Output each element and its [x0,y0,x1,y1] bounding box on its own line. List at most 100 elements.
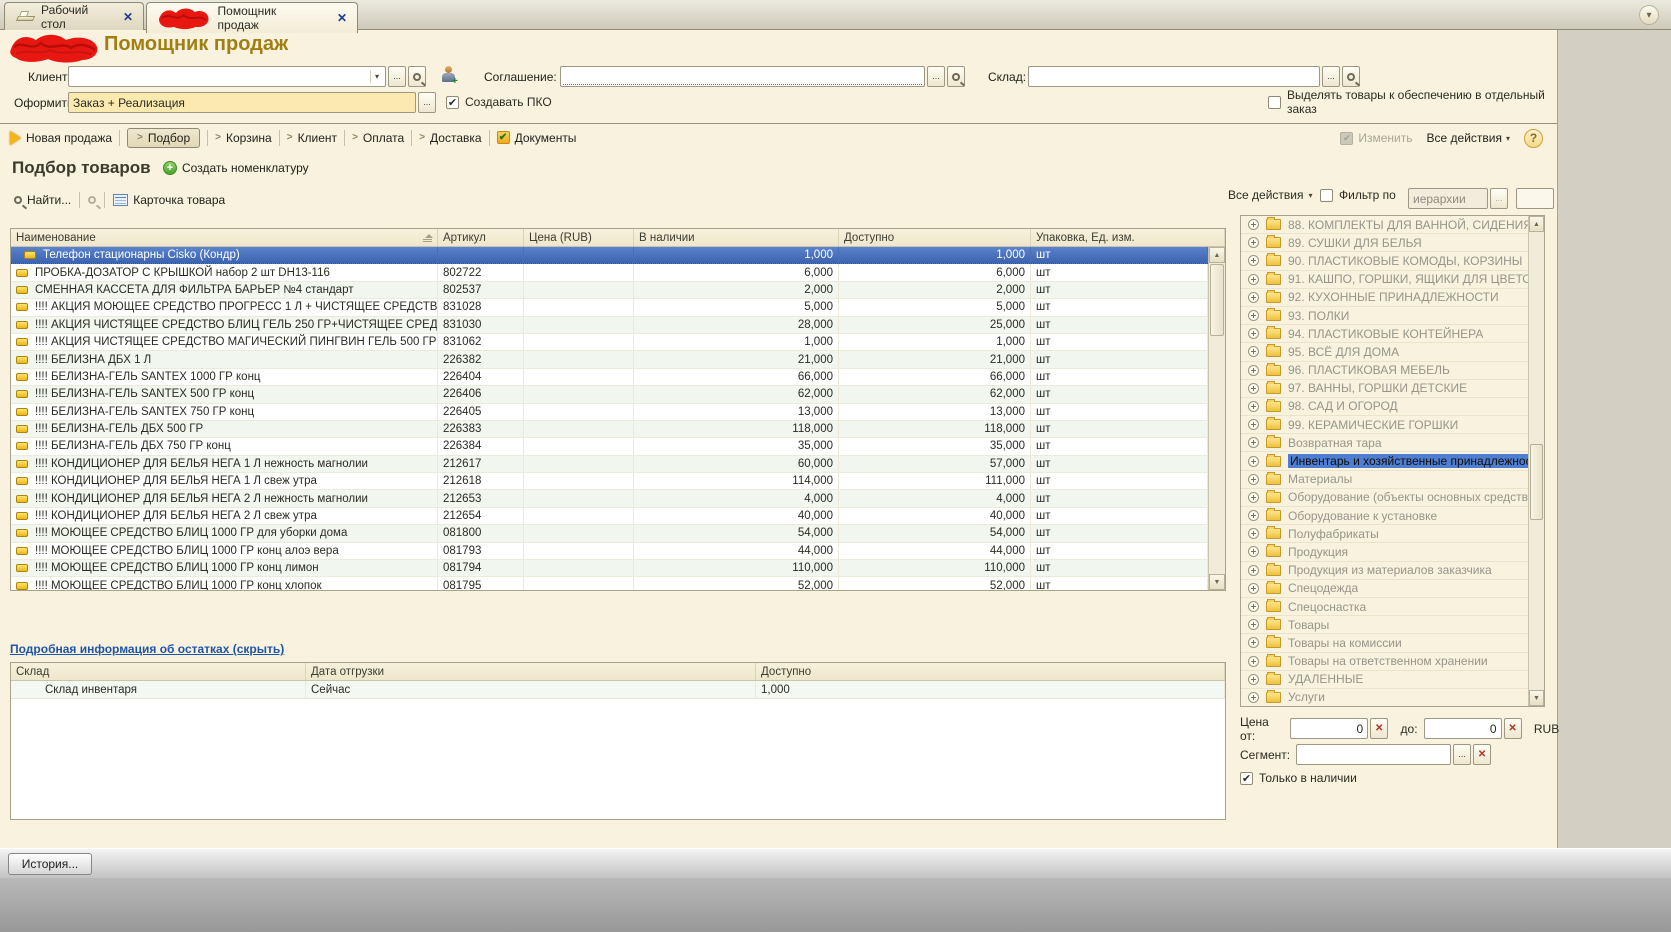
expand-icon[interactable] [1248,692,1259,703]
tab-sales-assistant[interactable]: Помощник продаж ✕ [146,2,358,33]
table-row[interactable]: !!!! АКЦИЯ ЧИСТЯЩЕЕ СРЕДСТВО МАГИЧЕСКИЙ … [11,334,1208,351]
table-row[interactable]: !!!! БЕЛИЗНА-ГЕЛЬ SANTEX 750 ГР конц2264… [11,404,1208,421]
tree-item[interactable]: 97. ВАННЫ, ГОРШКИ ДЕТСКИЕ [1241,380,1528,398]
expand-icon[interactable] [1248,237,1259,248]
scroll-up-icon[interactable]: ▲ [1529,216,1544,232]
table-row[interactable]: !!!! КОНДИЦИОНЕР ДЛЯ БЕЛЬЯ НЕГА 2 Л свеж… [11,508,1208,525]
expand-icon[interactable] [1248,383,1259,394]
segment-clear-icon[interactable]: ✕ [1473,744,1491,765]
scroll-thumb[interactable] [1210,264,1224,336]
tree-item[interactable]: 88. КОМПЛЕКТЫ ДЛЯ ВАННОЙ, СИДЕНИЯ [1241,216,1528,234]
scroll-down-icon[interactable]: ▼ [1529,690,1544,706]
service-menu-button[interactable]: ▾ [1639,5,1659,25]
scroll-thumb[interactable] [1530,444,1543,520]
filter-by-checkbox[interactable] [1320,189,1333,202]
tree-item[interactable]: 92. КУХОННЫЕ ПРИНАДЛЕЖНОСТИ [1241,289,1528,307]
table-row[interactable]: !!!! БЕЛИЗНА-ГЕЛЬ ДБХ 750 ГР конц2263843… [11,438,1208,455]
client-choose-button[interactable]: ... [388,66,406,87]
product-card-button[interactable]: Карточка товара [113,193,225,207]
column-article[interactable]: Артикул [438,229,524,246]
edit-button[interactable]: ✔ Изменить [1340,131,1412,145]
client-input[interactable]: ▾ [68,66,386,87]
sort-icon[interactable] [423,234,432,242]
warehouse-search-button[interactable] [1342,66,1360,87]
tree-item[interactable]: 95. ВСЁ ДЛЯ ДОМА [1241,343,1528,361]
tree-item[interactable]: 89. СУШКИ ДЛЯ БЕЛЬЯ [1241,234,1528,252]
table-row[interactable]: !!!! БЕЛИЗНА-ГЕЛЬ SANTEX 500 ГР конц2264… [11,386,1208,403]
tree-item[interactable]: Спецодежда [1241,580,1528,598]
column-packaging[interactable]: Упаковка, Ед. изм. [1031,229,1225,246]
tree-item[interactable]: Возвратная тара [1241,434,1528,452]
tree-item[interactable]: Оборудование (объекты основных средств) [1241,489,1528,507]
expand-icon[interactable] [1248,546,1259,557]
expand-icon[interactable] [1248,565,1259,576]
tree-item[interactable]: Товары на комиссии [1241,634,1528,652]
step-korzina[interactable]: > Корзина [215,131,272,145]
checkout-choose-button[interactable]: ... [418,92,436,113]
scroll-down-icon[interactable]: ▼ [1209,574,1225,590]
expand-icon[interactable] [1248,601,1259,612]
step-oplata[interactable]: > Оплата [352,131,404,145]
tree-item[interactable]: УДАЛЕННЫЕ [1241,671,1528,689]
segment-input[interactable] [1296,744,1451,765]
expand-icon[interactable] [1248,492,1259,503]
tab-desktop[interactable]: Рабочий стол ✕ [4,2,144,31]
warehouse-choose-button[interactable]: ... [1322,66,1340,87]
client-search-button[interactable] [408,66,426,87]
price-to-input[interactable]: 0 [1424,718,1502,739]
price-from-input[interactable]: 0 [1290,718,1368,739]
stock-row[interactable]: Склад инвентаряСейчас1,000 [11,681,1225,699]
table-row[interactable]: ПРОБКА-ДОЗАТОР С КРЫШКОЙ набор 2 шт DH13… [11,264,1208,281]
agreement-search-button[interactable] [947,66,965,87]
expand-icon[interactable] [1248,292,1259,303]
expand-icon[interactable] [1248,674,1259,685]
expand-icon[interactable] [1248,274,1259,285]
expand-icon[interactable] [1248,310,1259,321]
warehouse-input[interactable] [1028,66,1320,87]
tree-item[interactable]: 94. ПЛАСТИКОВЫЕ КОНТЕЙНЕРА [1241,325,1528,343]
filter-mode-choose-button[interactable]: ... [1490,188,1508,209]
tree-item[interactable]: Материалы [1241,471,1528,489]
table-row[interactable]: !!!! МОЮЩЕЕ СРЕДСТВО БЛИЦ 1000 ГР конц л… [11,560,1208,577]
expand-icon[interactable] [1248,437,1259,448]
expand-icon[interactable] [1248,637,1259,648]
expand-icon[interactable] [1248,328,1259,339]
table-row[interactable]: !!!! АКЦИЯ ЧИСТЯЩЕЕ СРЕДСТВО БЛИЦ ГЕЛЬ 2… [11,317,1208,334]
checkout-input[interactable]: Заказ + Реализация [68,92,416,113]
expand-icon[interactable] [1248,619,1259,630]
step-klient[interactable]: > Клиент [287,131,337,145]
table-row[interactable]: !!!! КОНДИЦИОНЕР ДЛЯ БЕЛЬЯ НЕГА 1 Л нежн… [11,456,1208,473]
step-dostavka[interactable]: > Доставка [419,131,481,145]
column-in-stock[interactable]: В наличии [634,229,839,246]
expand-icon[interactable] [1248,656,1259,667]
tree-item[interactable]: 91. КАШПО, ГОРШКИ, ЯЩИКИ ДЛЯ ЦВЕТОВ [1241,271,1528,289]
new-sale-button[interactable]: Новая продажа [10,131,112,145]
scroll-up-icon[interactable]: ▲ [1209,247,1225,263]
tree-item[interactable]: 99. КЕРАМИЧЕСКИЕ ГОРШКИ [1241,416,1528,434]
tree-item[interactable]: 93. ПОЛКИ [1241,307,1528,325]
tree-item[interactable]: Товары на ответственном хранении [1241,653,1528,671]
product-table-scrollbar[interactable]: ▲ ▼ [1208,247,1225,590]
tree-item[interactable]: 90. ПЛАСТИКОВЫЕ КОМОДЫ, КОРЗИНЫ [1241,252,1528,270]
tree-item[interactable]: Продукция [1241,543,1528,561]
price-to-clear-icon[interactable]: ✕ [1504,718,1522,739]
history-button[interactable]: История... [8,853,92,875]
expand-icon[interactable] [1248,456,1259,467]
create-pko-checkbox[interactable]: ✔ [446,96,459,109]
tree-scrollbar[interactable]: ▲ ▼ [1528,216,1544,706]
expand-icon[interactable] [1248,583,1259,594]
tree-item[interactable]: Товары [1241,616,1528,634]
filter-mode-input[interactable]: иерархии [1408,188,1488,209]
tree-item[interactable]: 98. САД И ОГОРОД [1241,398,1528,416]
table-row[interactable]: Телефон стационарны Cisko (Кондр)1,0001,… [11,247,1208,264]
stock-column-warehouse[interactable]: Склад [11,663,306,680]
stock-column-date[interactable]: Дата отгрузки [306,663,756,680]
expand-icon[interactable] [1248,528,1259,539]
tree-item[interactable]: Полуфабрикаты [1241,525,1528,543]
tree-item[interactable]: Оборудование к установке [1241,507,1528,525]
close-icon[interactable]: ✕ [337,11,347,25]
table-row[interactable]: !!!! МОЮЩЕЕ СРЕДСТВО БЛИЦ 1000 ГР для уб… [11,525,1208,542]
create-nomenclature-button[interactable]: + Создать номенклатуру [163,161,309,175]
chevron-down-icon[interactable]: ▾ [370,70,383,83]
expand-icon[interactable] [1248,474,1259,485]
